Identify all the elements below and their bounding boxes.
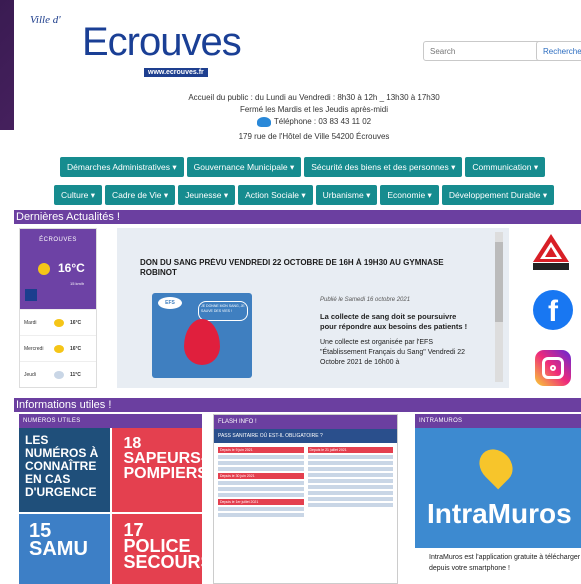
news-card[interactable]: DON DU SANG PRÉVU VENDREDI 22 OCTOBRE DE… bbox=[140, 258, 480, 388]
news-body: Une collecte est organisée par l'EFS "Ét… bbox=[320, 339, 466, 366]
flash-header: FLASH INFO ! bbox=[214, 415, 397, 429]
vigipirate-icon[interactable] bbox=[531, 232, 571, 272]
tile-police: 17 POLICE SECOURS bbox=[111, 513, 203, 584]
forecast-row: Jeudi 11°C bbox=[20, 361, 96, 387]
weather-wind: 15 km/h bbox=[70, 281, 85, 286]
weather-widget[interactable]: ÉCROUVES 16°C 15 km/h Mardi 16°C Mercred… bbox=[19, 228, 97, 388]
sun-icon bbox=[54, 318, 64, 327]
main-nav-row2: Culture ▾ Cadre de Vie ▾ Jeunesse ▾ Acti… bbox=[54, 185, 555, 205]
news-scrollbar[interactable] bbox=[495, 232, 503, 382]
search-input[interactable] bbox=[423, 41, 543, 61]
map-pin-icon bbox=[472, 442, 520, 490]
nav-gouvernance[interactable]: Gouvernance Municipale ▾ bbox=[186, 157, 302, 177]
forecast-temp: 11°C bbox=[70, 371, 81, 378]
nav-cadre-de-vie[interactable]: Cadre de Vie ▾ bbox=[105, 185, 176, 205]
forecast-day: Mardi bbox=[24, 319, 37, 326]
flash-tag: Depuis le 21 juillet 2021 bbox=[307, 447, 393, 453]
news-date: Publié le Samedi 16 octobre 2021 bbox=[320, 297, 411, 303]
news-carousel: DON DU SANG PRÉVU VENDREDI 22 OCTOBRE DE… bbox=[117, 228, 509, 388]
nav-developpement-durable[interactable]: Développement Durable ▾ bbox=[441, 185, 555, 205]
phone-icon bbox=[256, 117, 271, 127]
intramuros-header: INTRAMUROS bbox=[415, 414, 581, 428]
intramuros-banner: IntraMuros bbox=[415, 428, 581, 548]
forecast-temp: 16°C bbox=[70, 345, 82, 352]
news-image: EFS JE DONNE MON SANG, JE SAUVE DES VIES… bbox=[152, 293, 252, 378]
instagram-icon[interactable] bbox=[535, 350, 571, 386]
intramuros-name: IntraMuros bbox=[427, 498, 572, 529]
nav-action-sociale[interactable]: Action Sociale ▾ bbox=[238, 185, 313, 205]
forecast-temp: 16°C bbox=[70, 319, 82, 326]
flash-body: Depuis le 9 juin 2021 Depuis le 30 juin … bbox=[214, 443, 397, 523]
phone-number[interactable]: Téléphone : 03 83 43 11 02 bbox=[274, 116, 371, 128]
tile-samu-text: 15 SAMU bbox=[29, 519, 88, 560]
sun-icon bbox=[38, 263, 50, 275]
opening-hours: Accueil du public : du Lundi au Vendredi… bbox=[188, 93, 440, 102]
nav-economie[interactable]: Economie ▾ bbox=[380, 185, 439, 205]
flash-tag: Depuis le 9 juin 2021 bbox=[218, 447, 304, 453]
nav-culture[interactable]: Culture ▾ bbox=[54, 185, 103, 205]
sun-icon bbox=[54, 344, 64, 353]
efs-slogan: JE DONNE MON SANG, JE SAUVE DES VIES ! bbox=[198, 301, 248, 321]
blood-drop-icon bbox=[184, 319, 220, 365]
flash-col-left: Depuis le 9 juin 2021 Depuis le 30 juin … bbox=[218, 447, 304, 519]
forecast-day: Jeudi bbox=[24, 371, 36, 378]
tile-urgences-text: LES NUMÉROS À CONNAÎTRE EN CAS D'URGENCE bbox=[25, 433, 99, 499]
site-logo[interactable]: Ville d' Ecrouves www.ecrouves.fr bbox=[28, 6, 242, 77]
pass-sanitaire-title: PASS SANITAIRE OÙ EST-IL OBLIGATOIRE ? bbox=[214, 429, 397, 443]
tile-pompiers: 18 SAPEURS-POMPIERS bbox=[111, 428, 203, 512]
numeros-grid[interactable]: LES NUMÉROS À CONNAÎTRE EN CAS D'URGENCE… bbox=[19, 428, 202, 584]
section-infos: Informations utiles ! bbox=[14, 398, 581, 412]
tile-samu: 15 SAMU bbox=[19, 513, 110, 584]
nav-urbanisme[interactable]: Urbanisme ▾ bbox=[315, 185, 378, 205]
numeros-header: NUMEROS UTILES bbox=[19, 414, 202, 428]
nav-communication[interactable]: Communication ▾ bbox=[465, 157, 546, 177]
numeros-utiles-panel: NUMEROS UTILES LES NUMÉROS À CONNAÎTRE E… bbox=[19, 414, 202, 584]
intramuros-text: IntraMuros est l'application gratuite à … bbox=[429, 554, 581, 572]
section-actualites: Dernières Actualités ! bbox=[14, 210, 581, 224]
closed-days: Fermé les Mardis et les Jeudis après-mid… bbox=[239, 105, 389, 114]
logo-url: www.ecrouves.fr bbox=[144, 68, 208, 77]
cloud-icon bbox=[54, 370, 64, 379]
tile-police-text: 17 POLICE SECOURS bbox=[123, 519, 203, 572]
social-links: f bbox=[513, 228, 581, 388]
news-lead: La collecte de sang doit se poursuivre p… bbox=[320, 312, 468, 331]
meteo-france-logo bbox=[25, 289, 37, 301]
tile-urgences: LES NUMÉROS À CONNAÎTRE EN CAS D'URGENCE bbox=[19, 428, 110, 512]
logo-ville: Ville d' bbox=[30, 14, 61, 26]
flash-tag: Depuis le 30 juin 2021 bbox=[218, 473, 304, 479]
efs-logo: EFS bbox=[158, 297, 182, 309]
contact-info: Accueil du public : du Lundi au Vendredi… bbox=[164, 92, 464, 143]
phone-line: Téléphone : 03 83 43 11 02 bbox=[256, 116, 371, 128]
flash-tag: Depuis le 1er juillet 2021 bbox=[218, 499, 304, 505]
forecast-row: Mercredi 16°C bbox=[20, 335, 96, 361]
nav-demarches[interactable]: Démarches Administratives ▾ bbox=[60, 157, 184, 177]
forecast-day: Mercredi bbox=[24, 345, 44, 352]
weather-temp: 16°C bbox=[58, 261, 85, 275]
logo-name: Ecrouves bbox=[82, 20, 242, 64]
nav-securite[interactable]: Sécurité des biens et des personnes ▾ bbox=[304, 157, 463, 177]
facebook-icon[interactable]: f bbox=[533, 290, 573, 330]
main-nav-row1: Démarches Administratives ▾ Gouvernance … bbox=[60, 157, 546, 177]
flash-info-panel[interactable]: FLASH INFO ! PASS SANITAIRE OÙ EST-IL OB… bbox=[213, 414, 398, 584]
scrollbar-thumb[interactable] bbox=[495, 242, 503, 322]
intramuros-panel[interactable]: INTRAMUROS IntraMuros IntraMuros est l'a… bbox=[415, 414, 581, 584]
address: 179 rue de l'Hôtel de Ville 54200 Écrouv… bbox=[238, 132, 390, 141]
flash-col-right: Depuis le 21 juillet 2021 bbox=[307, 447, 393, 519]
nav-jeunesse[interactable]: Jeunesse ▾ bbox=[178, 185, 236, 205]
tile-pompiers-text: 18 SAPEURS-POMPIERS bbox=[123, 435, 203, 482]
forecast-row: Mardi 16°C bbox=[20, 309, 96, 335]
weather-current: ÉCROUVES 16°C 15 km/h bbox=[20, 229, 96, 309]
weather-city: ÉCROUVES bbox=[39, 237, 77, 243]
news-title[interactable]: DON DU SANG PRÉVU VENDREDI 22 OCTOBRE DE… bbox=[140, 258, 480, 278]
search-button[interactable]: Recherche bbox=[536, 41, 581, 61]
